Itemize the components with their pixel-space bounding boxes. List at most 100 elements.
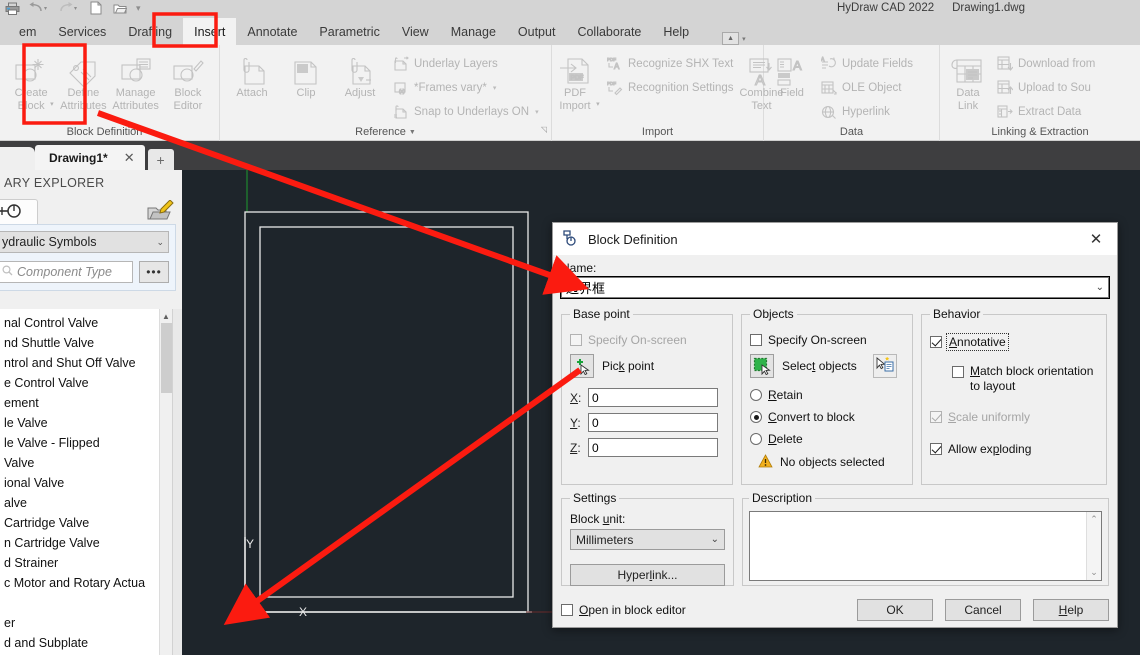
ribbon-button-attach[interactable]: Attach — [226, 49, 278, 100]
ribbon-button-recognition-settings[interactable]: PDF Recognition Settings — [602, 76, 737, 100]
ribbon-button-download-from-source[interactable]: Download from — [992, 52, 1099, 76]
list-item[interactable]: nd Shuttle Valve — [0, 333, 182, 353]
ok-button[interactable]: OK — [857, 599, 933, 621]
open-in-block-editor-row[interactable]: Open in block editor — [561, 600, 686, 620]
list-item[interactable] — [0, 593, 182, 613]
help-button[interactable]: Help — [1033, 599, 1109, 621]
objects-convert-row[interactable]: Convert to block — [750, 407, 904, 427]
library-search-input[interactable]: Component Type — [0, 261, 133, 283]
new-file-icon[interactable] — [84, 1, 108, 16]
panel-caret-icon[interactable]: ▼ — [409, 124, 416, 141]
library-items-list[interactable]: nal Control Valve nd Shuttle Valve ntrol a… — [0, 309, 182, 655]
pick-point-icon[interactable] — [570, 354, 594, 378]
scroll-up-icon[interactable]: ▲ — [160, 309, 172, 323]
ribbon-button-block-editor[interactable]: Block Editor — [163, 49, 213, 113]
list-item[interactable]: le Valve — [0, 413, 182, 433]
ribbon-button-hyperlink[interactable]: Hyperlink — [816, 100, 917, 124]
block-name-combobox[interactable]: 边界框 ⌄ — [560, 276, 1110, 299]
ribbon-tab-annotate[interactable]: Annotate — [236, 18, 308, 45]
ribbon-tab-drafting[interactable]: Drafting — [117, 18, 183, 45]
open-folder-icon[interactable] — [108, 1, 132, 16]
ribbon-tab-services[interactable]: Services — [47, 18, 117, 45]
ribbon-tab-insert[interactable]: Insert — [183, 18, 237, 45]
objects-specify-onscreen-row[interactable]: Specify On-screen — [750, 330, 904, 350]
objects-delete-row[interactable]: Delete — [750, 429, 904, 449]
ribbon-button-extract-data[interactable]: Extract Data — [992, 100, 1099, 124]
ribbon-button-field[interactable]: A Field — [770, 49, 814, 100]
new-document-tab-button[interactable]: + — [147, 149, 174, 170]
behavior-annotative-checkbox[interactable] — [930, 336, 942, 348]
undo-caret-icon[interactable]: ▾ — [44, 5, 54, 12]
ribbon-tab-manage[interactable]: Manage — [440, 18, 507, 45]
close-icon[interactable]: ✕ — [124, 150, 135, 166]
create-block-caret-icon[interactable]: ▾ — [50, 98, 54, 111]
hyperlink-button[interactable]: Hyperlink... — [570, 564, 725, 586]
ribbon-button-frames-vary[interactable]: (x) *Frames vary* ▾ — [388, 76, 543, 100]
ribbon-minimize-caret-icon[interactable]: ▾ — [742, 35, 746, 43]
ribbon-button-snap-to-underlays[interactable]: Snap to Underlays ON ▾ — [388, 100, 543, 124]
list-item[interactable]: nal Control Valve — [0, 313, 182, 333]
list-item[interactable]: Cartridge Valve — [0, 513, 182, 533]
ribbon-tab-collaborate[interactable]: Collaborate — [566, 18, 652, 45]
pick-point-row[interactable]: Pick point — [570, 354, 724, 378]
ribbon-tab-em[interactable]: em — [8, 18, 47, 45]
symbol-tab[interactable] — [0, 199, 38, 224]
list-item[interactable]: ement — [0, 393, 182, 413]
objects-specify-onscreen-checkbox[interactable] — [750, 334, 762, 346]
behavior-allow-exploding-row[interactable]: Allow exploding — [930, 439, 1098, 459]
redo-caret-icon[interactable]: ▾ — [74, 5, 84, 12]
ribbon-button-update-fields[interactable]: A Update Fields — [816, 52, 917, 76]
chevron-down-icon[interactable]: ⌄ — [1096, 282, 1104, 293]
ribbon-tab-help[interactable]: Help — [652, 18, 700, 45]
objects-retain-radio[interactable] — [750, 389, 762, 401]
panel-caret-icon[interactable]: ▼ — [145, 124, 152, 141]
library-more-button[interactable]: ••• — [139, 261, 169, 283]
ribbon-tab-output[interactable]: Output — [507, 18, 567, 45]
ribbon-tab-parametric[interactable]: Parametric — [308, 18, 390, 45]
ribbon-button-ole-object[interactable]: OLE Object — [816, 76, 917, 100]
ribbon-button-recognize-shx-text[interactable]: PDF A Recognize SHX Text — [602, 52, 737, 76]
ribbon-button-manage-attributes[interactable]: Manage Attributes — [111, 49, 161, 113]
ribbon-button-adjust[interactable]: Adjust — [334, 49, 386, 100]
scroll-up-icon[interactable]: ⌃ — [1090, 514, 1098, 525]
list-item[interactable]: alve — [0, 493, 182, 513]
select-objects-label[interactable]: Select objects — [782, 359, 857, 373]
behavior-annotative-row[interactable]: Annotative — [930, 332, 1098, 352]
list-item[interactable]: d Strainer — [0, 553, 182, 573]
chevron-down-icon[interactable]: ⌄ — [711, 534, 719, 545]
library-category-select[interactable]: ydraulic Symbols ⌄ — [0, 231, 169, 253]
scroll-down-icon[interactable]: ⌄ — [1090, 567, 1098, 578]
pdf-import-caret-icon[interactable]: ▾ — [596, 98, 600, 111]
ribbon-button-underlay-layers[interactable]: Underlay Layers — [388, 52, 543, 76]
block-unit-select[interactable]: Millimeters ⌄ — [570, 529, 725, 550]
list-item[interactable]: er — [0, 613, 182, 633]
scroll-thumb[interactable] — [161, 323, 172, 393]
behavior-allow-exploding-checkbox[interactable] — [930, 443, 942, 455]
ribbon-minimize-icon[interactable]: ▲ — [722, 32, 740, 45]
ribbon-button-upload-to-source[interactable]: Upload to Sou — [992, 76, 1099, 100]
close-icon[interactable]: ✕ — [1075, 223, 1117, 255]
behavior-match-orientation-checkbox[interactable] — [952, 366, 964, 378]
ribbon-tab-view[interactable]: View — [391, 18, 440, 45]
cancel-button[interactable]: Cancel — [945, 599, 1021, 621]
qat-overflow-caret-icon[interactable]: ▾ — [136, 3, 146, 14]
list-item[interactable]: ntrol and Shut Off Valve — [0, 353, 182, 373]
chevron-down-icon[interactable]: ⌄ — [156, 237, 164, 248]
base-point-specify-onscreen-row[interactable]: Specify On-screen — [570, 330, 724, 350]
list-item[interactable]: Valve — [0, 453, 182, 473]
dialog-title-bar[interactable]: Block Definition ✕ — [553, 223, 1117, 255]
list-item[interactable]: c Motor and Rotary Actua — [0, 573, 182, 593]
frames-vary-caret-icon[interactable]: ▾ — [493, 84, 497, 92]
description-textarea[interactable]: ⌃ ⌄ — [749, 511, 1102, 581]
base-point-specify-onscreen-checkbox[interactable] — [570, 334, 582, 346]
objects-convert-radio[interactable] — [750, 411, 762, 423]
base-point-y-input[interactable] — [588, 413, 718, 432]
print-icon[interactable] — [0, 1, 24, 16]
ribbon-button-create-block[interactable]: Create Block ▾ — [6, 49, 56, 113]
behavior-match-orientation-row[interactable]: Match block orientation to layout — [930, 364, 1098, 394]
list-item[interactable]: ional Valve — [0, 473, 182, 493]
edit-library-icon[interactable] — [142, 198, 178, 224]
ribbon-button-clip[interactable]: Clip — [280, 49, 332, 100]
ribbon-button-pdf-import[interactable]: PDF PDF Import ▾ — [558, 49, 600, 113]
panel-expander-icon[interactable]: ◹ — [541, 121, 547, 138]
